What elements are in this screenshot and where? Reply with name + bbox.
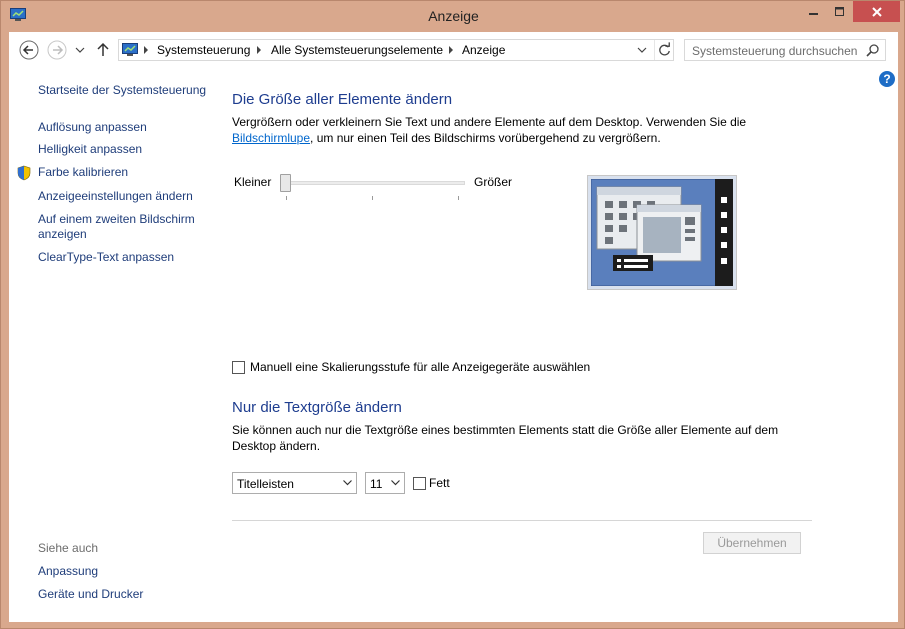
see-also-personalization-link[interactable]: Anpassung <box>38 564 98 578</box>
breadcrumb-separator-icon[interactable] <box>143 46 149 54</box>
slider-min-label: Kleiner <box>234 175 272 189</box>
slider-tick <box>458 196 459 200</box>
refresh-icon[interactable] <box>654 40 674 60</box>
window-title: Anzeige <box>428 8 479 24</box>
scaling-preview-image <box>587 175 737 290</box>
font-size-select[interactable]: 11 <box>365 472 405 494</box>
close-button[interactable] <box>853 1 900 22</box>
scale-slider-thumb[interactable] <box>280 174 291 192</box>
sidebar-item-resolution[interactable]: Auflösung anpassen <box>38 120 147 134</box>
maximize-icon <box>835 7 844 16</box>
search-icon[interactable] <box>866 43 880 57</box>
see-also-heading: Siehe auch <box>38 541 99 555</box>
apply-button[interactable]: Übernehmen <box>703 532 801 554</box>
address-dropdown-chevron-icon[interactable] <box>633 41 651 59</box>
window: Anzeige Systemsteuerung Alle Systemsteue… <box>0 0 905 629</box>
divider <box>232 520 812 521</box>
text-element-select[interactable]: Titelleisten <box>232 472 357 494</box>
sidebar-item-cleartype[interactable]: ClearType-Text anpassen <box>38 250 174 264</box>
up-arrow-icon[interactable] <box>95 40 111 60</box>
size-desc-line1: Vergrößern oder verkleinern Sie Text und… <box>232 115 747 129</box>
recent-locations-chevron-icon[interactable] <box>74 40 86 60</box>
text-element-value: Titelleisten <box>237 477 294 491</box>
text-section-description: Sie können auch nur die Textgröße eines … <box>232 422 792 454</box>
minimize-icon <box>809 13 818 15</box>
text-desc-line2: Desktop ändern. <box>232 439 321 453</box>
slider-tick <box>372 196 373 200</box>
breadcrumb-separator-icon[interactable] <box>448 46 454 54</box>
maximize-button[interactable] <box>827 1 853 22</box>
desktop-preview-icon <box>590 178 734 287</box>
text-section-title: Nur die Textgröße ändern <box>232 399 402 416</box>
magnifier-link[interactable]: Bildschirmlupe <box>232 131 310 145</box>
navigation-bar: Systemsteuerung Alle Systemsteuerungsele… <box>9 32 898 68</box>
sidebar-home-link[interactable]: Startseite der Systemsteuerung <box>38 83 206 97</box>
slider-tick <box>286 196 287 200</box>
breadcrumb-anzeige[interactable]: Anzeige <box>462 43 505 57</box>
sidebar-item-second-screen[interactable]: Auf einem zweiten Bildschirm <box>38 212 195 226</box>
uac-shield-icon <box>17 165 31 181</box>
search-input[interactable]: Systemsteuerung durchsuchen <box>692 44 857 58</box>
back-button[interactable] <box>19 40 39 60</box>
manual-scaling-checkbox[interactable] <box>232 361 245 374</box>
see-also-devices-printers-link[interactable]: Geräte und Drucker <box>38 587 143 601</box>
search-box[interactable]: Systemsteuerung durchsuchen <box>684 39 886 61</box>
client-area: Systemsteuerung Alle Systemsteuerungsele… <box>9 32 898 622</box>
sidebar-item-display-settings[interactable]: Anzeigeeinstellungen ändern <box>38 189 193 203</box>
chevron-down-icon <box>343 480 352 486</box>
font-size-value: 11 <box>370 477 383 491</box>
title-bar[interactable]: Anzeige <box>1 1 905 32</box>
sidebar-item-calibrate-color[interactable]: Farbe kalibrieren <box>38 165 128 179</box>
breadcrumb-all-items[interactable]: Alle Systemsteuerungselemente <box>271 43 443 57</box>
bold-label[interactable]: Fett <box>429 476 450 490</box>
help-icon[interactable]: ? <box>879 71 895 87</box>
chevron-down-icon <box>391 480 400 486</box>
sidebar-item-brightness[interactable]: Helligkeit anpassen <box>38 142 142 156</box>
manual-scaling-label[interactable]: Manuell eine Skalierungsstufe für alle A… <box>250 360 590 374</box>
size-section-description: Vergrößern oder verkleinern Sie Text und… <box>232 114 792 146</box>
breadcrumb-separator-icon[interactable] <box>256 46 262 54</box>
sidebar-item-second-screen-line2[interactable]: anzeigen <box>38 227 87 241</box>
control-panel-icon <box>122 43 138 56</box>
size-desc-line2: , um nur einen Teil des Bildschirms vorü… <box>310 131 661 145</box>
text-desc-line1: Sie können auch nur die Textgröße eines … <box>232 423 779 437</box>
scale-slider-track[interactable] <box>285 181 465 185</box>
size-section-title: Die Größe aller Elemente ändern <box>232 91 453 108</box>
close-icon <box>871 7 882 17</box>
slider-max-label: Größer <box>474 175 513 189</box>
minimize-button[interactable] <box>801 1 827 22</box>
address-box[interactable]: Systemsteuerung Alle Systemsteuerungsele… <box>118 39 674 61</box>
bold-checkbox[interactable] <box>413 477 426 490</box>
breadcrumb-systemsteuerung[interactable]: Systemsteuerung <box>157 43 250 57</box>
forward-button[interactable] <box>47 40 67 60</box>
